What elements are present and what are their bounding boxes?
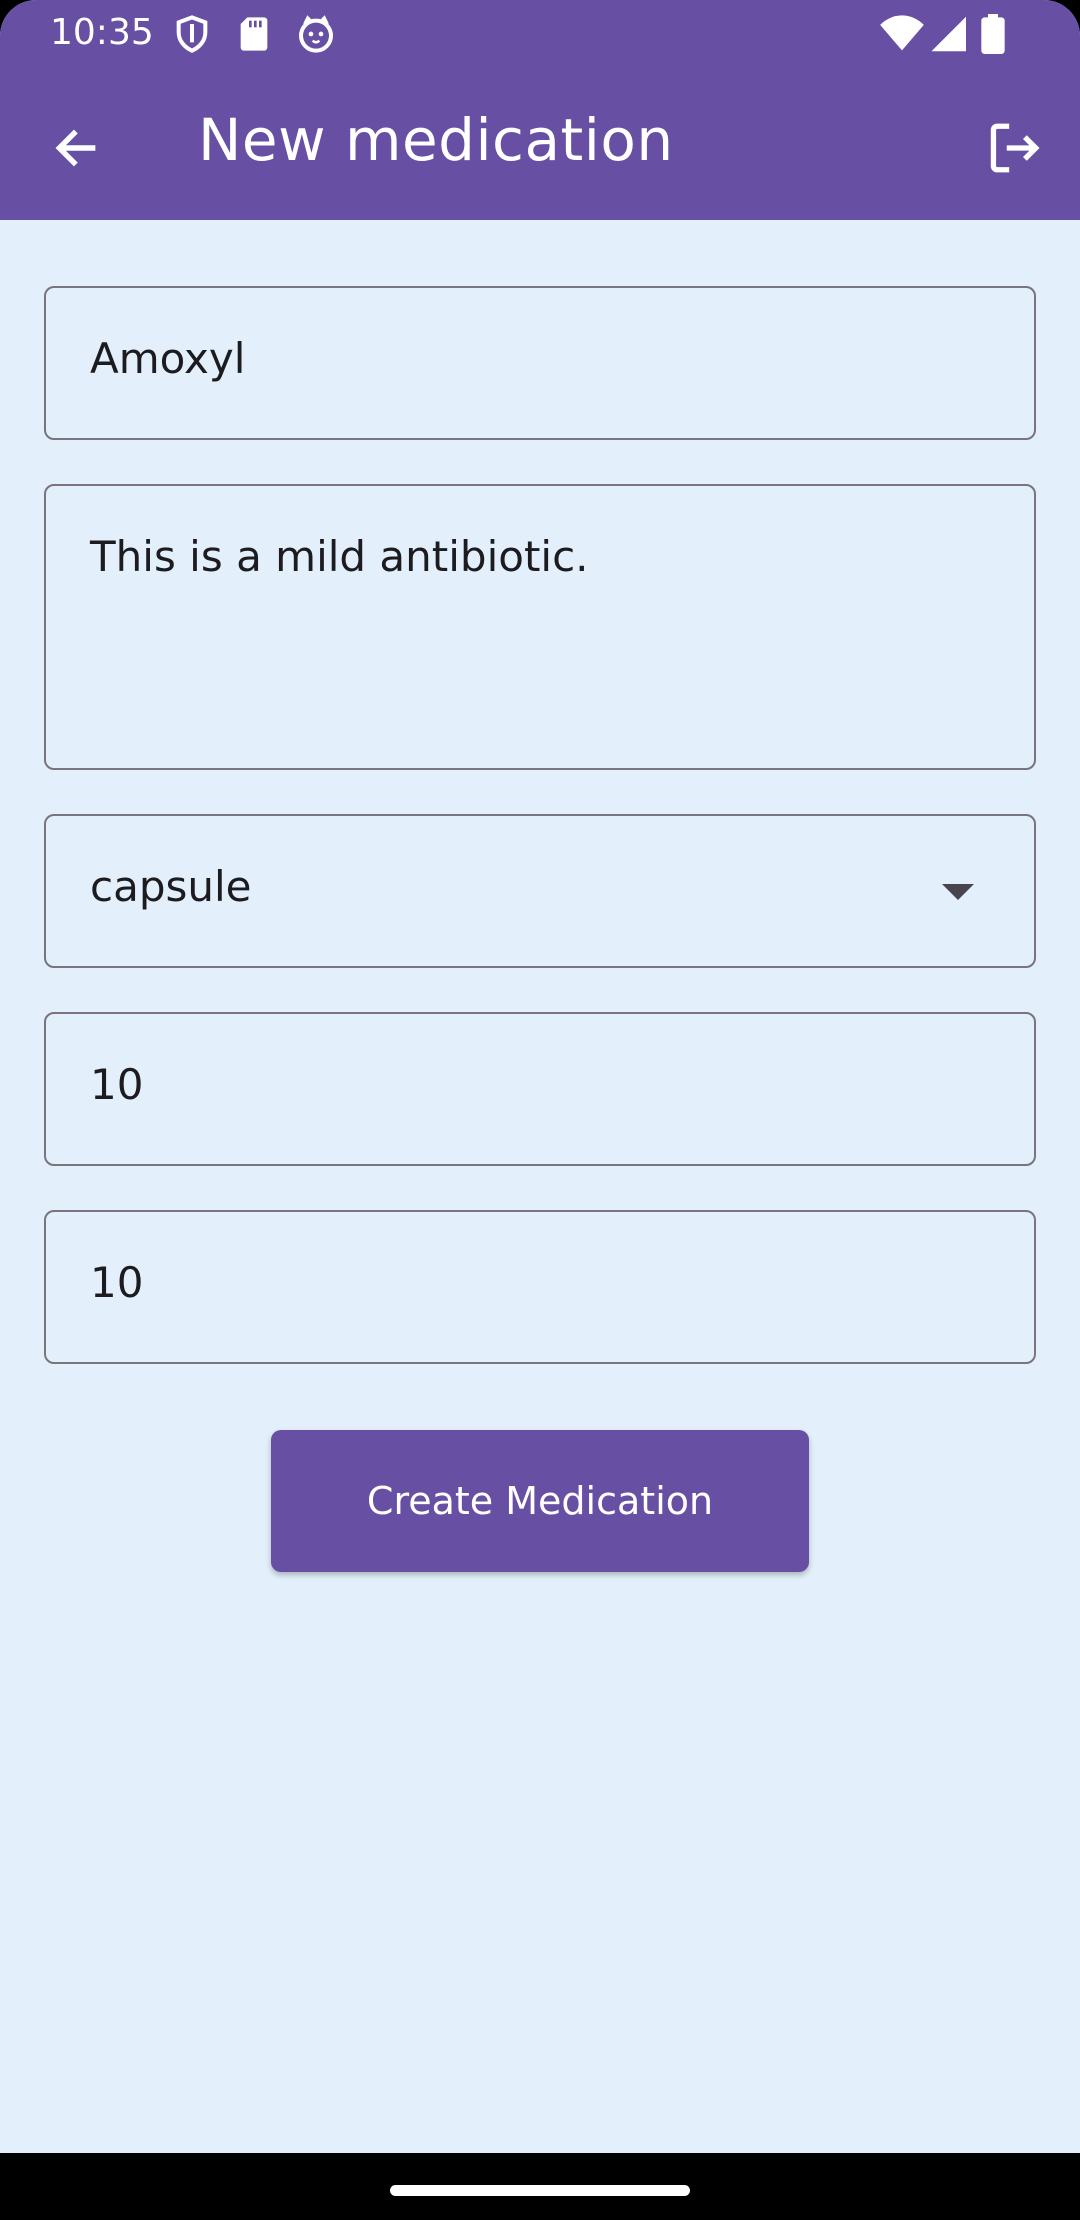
status-bar: 10:35 bbox=[0, 0, 1080, 66]
dropdown-arrow-icon bbox=[942, 884, 974, 900]
quantity-field-value: 10 bbox=[90, 1060, 144, 1109]
create-medication-button[interactable]: Create Medication bbox=[271, 1430, 809, 1572]
description-field-value: This is a mild antibiotic. bbox=[90, 532, 589, 581]
logout-button[interactable] bbox=[974, 110, 1054, 190]
dosage-field[interactable]: 10 bbox=[44, 1210, 1036, 1364]
cat-icon bbox=[296, 14, 336, 54]
dosage-field-value: 10 bbox=[90, 1258, 144, 1307]
navigation-bar bbox=[0, 2153, 1080, 2220]
status-time: 10:35 bbox=[50, 12, 154, 53]
arrow-left-icon bbox=[51, 123, 101, 177]
home-handle[interactable] bbox=[390, 2185, 690, 2196]
name-field-value: Amoxyl bbox=[90, 334, 246, 383]
logout-icon bbox=[985, 119, 1043, 181]
header: 10:35 New medication bbox=[0, 0, 1080, 220]
wifi-icon bbox=[880, 14, 924, 54]
form-type-value: capsule bbox=[90, 862, 252, 911]
app-bar: New medication bbox=[0, 66, 1080, 220]
shield-icon bbox=[172, 14, 212, 54]
signal-icon bbox=[928, 14, 968, 54]
quantity-field[interactable]: 10 bbox=[44, 1012, 1036, 1166]
sd-card-icon bbox=[234, 14, 274, 54]
description-field[interactable]: This is a mild antibiotic. bbox=[44, 484, 1036, 770]
page-title: New medication bbox=[198, 106, 674, 174]
screen: 10:35 New medication Amoxyl This is a mi… bbox=[0, 0, 1080, 2153]
form-type-dropdown[interactable]: capsule bbox=[44, 814, 1036, 968]
name-field[interactable]: Amoxyl bbox=[44, 286, 1036, 440]
battery-icon bbox=[978, 14, 1018, 54]
back-button[interactable] bbox=[36, 110, 116, 190]
